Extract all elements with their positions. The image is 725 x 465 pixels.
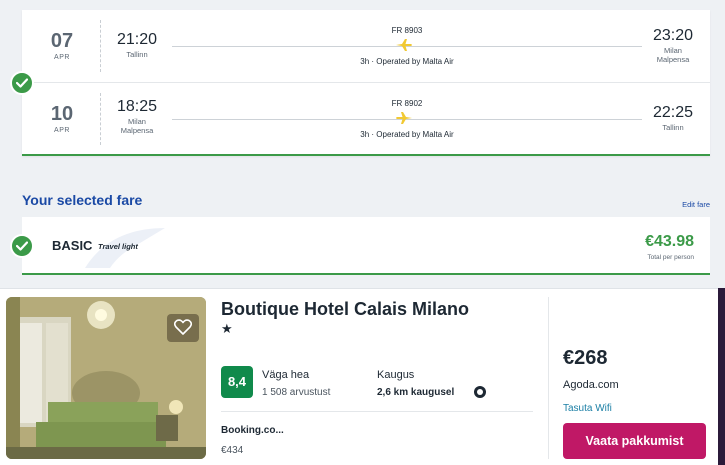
- return-departure-city-line2: Malpensa: [120, 126, 154, 135]
- outbound-arrival-time: 23:20: [652, 27, 694, 44]
- outbound-operated-by: 3h · Operated by Malta Air: [360, 57, 454, 66]
- outbound-arrival-city: Milan: [664, 46, 682, 55]
- rating-reviews[interactable]: 1 508 arvustust: [262, 387, 330, 398]
- rating-label: Väga hea: [262, 369, 310, 381]
- hotel-photo[interactable]: [6, 297, 206, 459]
- outbound-departure-city: Tallinn: [126, 50, 148, 59]
- deal-site: Agoda.com: [563, 379, 619, 391]
- plane-icon: [396, 39, 412, 51]
- deal-price: €268: [563, 347, 608, 369]
- outbound-date-month: APR: [54, 54, 70, 61]
- fare-heading: Your selected fare: [22, 192, 143, 208]
- return-operated-by: 3h · Operated by Malta Air: [360, 130, 454, 139]
- outbound-flight-number: FR 8903: [391, 26, 423, 35]
- location-icon[interactable]: [474, 386, 486, 398]
- deal-feature: Tasuta Wifi: [563, 403, 612, 414]
- favorite-button[interactable]: [167, 314, 199, 342]
- flights-card: 07 APR 21:20 Tallinn FR 8903 3h · Operat…: [22, 10, 710, 156]
- return-departure-time: 18:25: [116, 98, 158, 115]
- fare-price-note: Total per person: [647, 254, 694, 261]
- return-flight-number: FR 8902: [391, 99, 423, 108]
- outbound-departure: 21:20 Tallinn: [104, 30, 170, 59]
- divider: [548, 297, 549, 459]
- return-date-month: APR: [54, 127, 70, 134]
- rating-score-badge: 8,4: [221, 366, 253, 398]
- fare-subtitle: Travel light: [98, 242, 138, 251]
- outbound-flight-row[interactable]: 07 APR 21:20 Tallinn FR 8903 3h · Operat…: [22, 10, 710, 82]
- outbound-arrival: 23:20 Milan Malpensa: [640, 26, 706, 64]
- provider-name[interactable]: Booking.co...: [221, 425, 284, 436]
- check-icon: [10, 234, 34, 258]
- return-arrival-city: Tallinn: [662, 123, 684, 132]
- distance-label: Kaugus: [377, 369, 415, 381]
- fare-name: BASIC: [52, 238, 93, 253]
- check-icon: [10, 71, 34, 95]
- distance-value: 2,6 km kaugusel: [377, 387, 455, 398]
- return-arrival-time: 22:25: [652, 104, 694, 121]
- fare-card[interactable]: BASIC Travel light €43.98 Total per pers…: [22, 217, 710, 275]
- page: 07 APR 21:20 Tallinn FR 8903 3h · Operat…: [0, 0, 725, 465]
- divider: [100, 93, 101, 145]
- outbound-arrival-city-line2: Malpensa: [656, 55, 690, 64]
- edit-fare-link[interactable]: Edit fare: [660, 200, 710, 209]
- return-arrival: 22:25 Tallinn: [640, 103, 706, 132]
- side-strip: [718, 288, 725, 465]
- divider: [100, 20, 101, 72]
- view-deal-button[interactable]: Vaata pakkumist: [563, 423, 706, 459]
- hotel-card[interactable]: Boutique Hotel Calais Milano ★ 8,4 Väga …: [0, 288, 718, 465]
- return-date-day: 10: [50, 103, 74, 125]
- plane-icon: [396, 112, 412, 124]
- return-departure-city: Milan: [128, 117, 146, 126]
- hotel-name[interactable]: Boutique Hotel Calais Milano: [221, 299, 469, 320]
- return-flight-row[interactable]: 10 APR 18:25 Milan Malpensa FR 8902 3h ·…: [22, 82, 710, 154]
- outbound-date: 07 APR: [38, 10, 86, 61]
- return-departure: 18:25 Milan Malpensa: [104, 97, 170, 135]
- hotel-star-rating: ★: [221, 321, 233, 336]
- fare-price: €43.98: [645, 233, 694, 250]
- outbound-date-day: 07: [50, 30, 74, 52]
- provider-price[interactable]: €434: [221, 445, 243, 456]
- outbound-departure-time: 21:20: [116, 31, 158, 48]
- divider: [221, 411, 533, 412]
- return-date: 10 APR: [38, 83, 86, 134]
- heart-icon: [174, 319, 192, 335]
